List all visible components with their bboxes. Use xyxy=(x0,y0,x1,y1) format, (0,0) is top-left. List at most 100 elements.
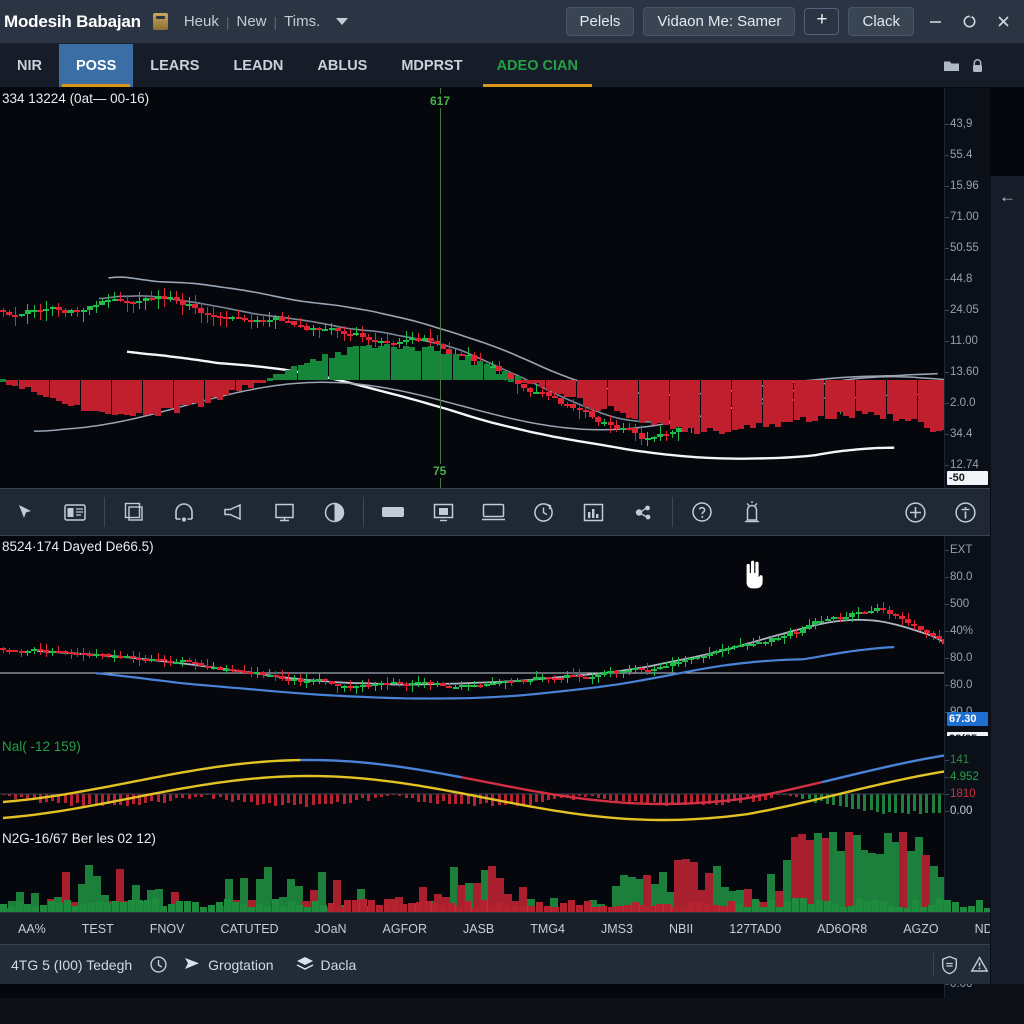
ticker-symbol[interactable]: TMG4 xyxy=(512,922,583,936)
ma-grey xyxy=(37,618,954,686)
crosshair-vertical xyxy=(440,88,441,488)
ticker-symbol[interactable]: FNOV xyxy=(132,922,203,936)
monitor-icon[interactable] xyxy=(259,488,309,536)
ticker-mini-bar xyxy=(504,905,511,912)
screen-share-icon[interactable] xyxy=(418,488,468,536)
close-button[interactable] xyxy=(990,9,1016,35)
ticker-mini-bar xyxy=(272,899,279,912)
tab-mdprst[interactable]: MDPRST xyxy=(384,44,479,87)
ticker-mini-bar xyxy=(152,898,159,912)
cursor-icon[interactable] xyxy=(0,488,50,536)
lock-icon[interactable] xyxy=(964,44,990,87)
help-icon[interactable] xyxy=(677,488,727,536)
rectangle-icon[interactable] xyxy=(368,488,418,536)
zoom-in-icon[interactable] xyxy=(890,488,940,536)
clock-icon[interactable] xyxy=(143,945,173,985)
settings-icon[interactable] xyxy=(618,488,668,536)
ticker-bar: AA% TEST FNOV CATUTED JOaN AGFOR JASB TMG4 JMS3 N… xyxy=(0,912,1024,944)
tab-lears[interactable]: LEARS xyxy=(133,44,216,87)
price-highlight-label: -50 xyxy=(947,471,988,485)
alarm-icon[interactable] xyxy=(727,488,777,536)
histogram-bar xyxy=(719,380,726,435)
macd-histogram-bar xyxy=(367,794,371,801)
macd-histogram-bar xyxy=(106,794,110,805)
histogram-bar xyxy=(161,380,168,409)
ticker-symbol[interactable]: JOaN xyxy=(297,922,365,936)
secondary-price-panel[interactable]: 8524·174 Dayed De66.5) xyxy=(0,536,990,736)
layout-icon[interactable] xyxy=(50,488,100,536)
histogram-bar xyxy=(868,380,874,412)
shield-icon[interactable] xyxy=(934,945,964,985)
tab-poss[interactable]: POSS xyxy=(58,44,134,87)
copy-icon[interactable] xyxy=(109,488,159,536)
macd-histogram-bar xyxy=(602,794,606,799)
app-title: Modesih Babajan xyxy=(4,11,141,31)
tab-leadn[interactable]: LEADN xyxy=(216,44,300,87)
minimize-button[interactable] xyxy=(922,9,948,35)
histogram-bar xyxy=(384,344,391,380)
ticker-symbol[interactable]: AA% xyxy=(0,922,64,936)
contrast-icon[interactable] xyxy=(309,488,359,536)
status-item-dacla[interactable]: Dacla xyxy=(285,956,368,973)
ticker-symbol[interactable]: 127TAD0 xyxy=(711,922,799,936)
bars-icon[interactable] xyxy=(568,488,618,536)
main-price-axis[interactable]: 43,9 55.4 15.96 71.00 50.55 44.8 24.05 11.00 13.… xyxy=(944,88,990,488)
histogram-bar xyxy=(68,380,75,406)
magnet-icon[interactable] xyxy=(159,488,209,536)
axis-tick: 500 xyxy=(944,598,970,610)
refresh-icon[interactable] xyxy=(518,488,568,536)
menu-item-new[interactable]: New xyxy=(229,13,273,30)
back-arrow-icon[interactable]: ← xyxy=(993,182,1023,212)
macd-histogram-bar xyxy=(894,794,898,814)
ticker-symbol[interactable]: AGZO xyxy=(885,922,956,936)
macd-axis[interactable]: 141 4.952 1810 0.00 xyxy=(944,736,990,828)
status-item-dacla-label: Dacla xyxy=(320,956,357,973)
menu-item-tims[interactable]: Tims. xyxy=(277,13,327,30)
certificate-icon xyxy=(152,13,168,30)
window-icon[interactable] xyxy=(468,488,518,536)
main-price-panel[interactable]: 334 13224 (0at— 00-16) 617 75 xyxy=(0,88,990,488)
macd-histogram-bar xyxy=(534,794,538,802)
ticker-symbol[interactable]: TEST xyxy=(64,922,132,936)
ticker-symbol[interactable]: JASB xyxy=(445,922,512,936)
ticker-symbol[interactable]: AGFOR xyxy=(365,922,445,936)
tab-adeo-cian[interactable]: ADEO CIAN xyxy=(480,44,595,87)
ticker-mini-bar xyxy=(328,902,335,912)
ticker-symbol[interactable]: AD6OR8 xyxy=(799,922,885,936)
histogram-bar xyxy=(514,376,521,380)
macd-panel[interactable]: Nal( -12 159) xyxy=(0,736,990,828)
tab-ablus[interactable]: ABLUS xyxy=(300,44,384,87)
ticker-mini-bar xyxy=(104,903,111,912)
menu-item-heuk[interactable]: Heuk xyxy=(177,13,226,30)
macd-histogram-bar xyxy=(280,794,284,806)
histogram-bar xyxy=(229,380,236,390)
histogram-bar xyxy=(589,380,595,410)
megaphone-icon[interactable] xyxy=(209,488,259,536)
status-item-grogtation[interactable]: Grogtation xyxy=(173,957,284,973)
macd-histogram-bar xyxy=(646,794,650,804)
ticker-mini-bar xyxy=(168,904,175,912)
macd-histogram-bar xyxy=(565,794,569,798)
histogram-bar xyxy=(74,380,81,406)
info-icon[interactable] xyxy=(940,488,990,536)
ticker-symbol[interactable]: CATUTED xyxy=(202,922,296,936)
histogram-bar xyxy=(260,380,267,383)
macd-histogram-bar xyxy=(429,794,433,804)
ticker-symbol[interactable]: JMS3 xyxy=(583,922,651,936)
secondary-price-axis[interactable]: EXT80.050040%80.080.090.067.3028(85 xyxy=(944,536,990,746)
histogram-bar xyxy=(713,380,719,432)
ticker-mini-bar xyxy=(120,901,127,912)
tab-nir[interactable]: NIR xyxy=(0,44,59,87)
current-price-tag: 67.30 xyxy=(947,712,988,726)
ticker-mini-bar xyxy=(288,902,295,912)
macd-histogram-bar xyxy=(770,794,774,799)
macd-histogram-bar xyxy=(336,794,340,803)
restore-button[interactable] xyxy=(956,9,982,35)
panels-button[interactable]: Pelels xyxy=(565,7,635,36)
ticker-symbol[interactable]: NBII xyxy=(651,922,711,936)
chevron-down-icon[interactable] xyxy=(336,18,349,25)
video-mode-button[interactable]: Vidaon Me: Samer xyxy=(643,7,796,36)
clock-button[interactable]: Clack xyxy=(848,7,914,36)
folder-icon[interactable] xyxy=(938,44,964,87)
add-tab-button[interactable]: + xyxy=(804,8,840,35)
